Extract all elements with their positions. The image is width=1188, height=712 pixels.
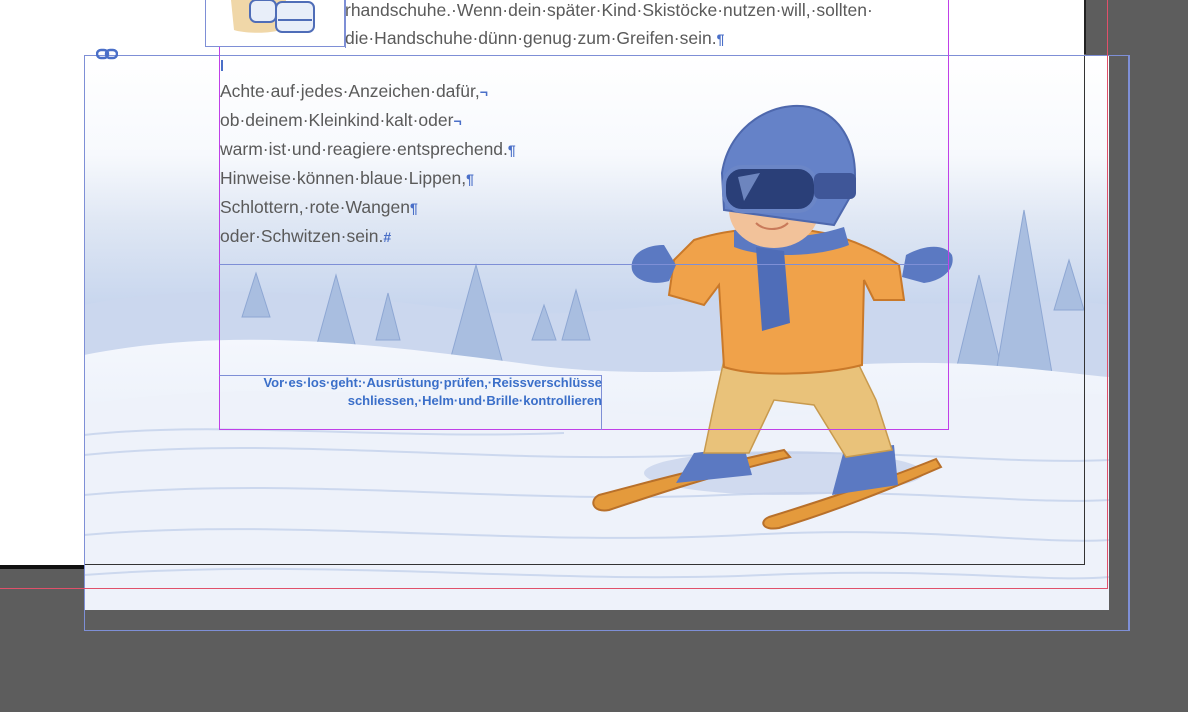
pilcrow-mark: ¶ [716,31,725,47]
chain-link-icon[interactable] [95,47,119,61]
main-line-4: Hinweise·können·blaue·Lippen, [220,168,467,188]
frame-marker-icon [221,60,223,71]
main-line-1: Achte·auf·jedes·Anzeichen·dafür, [220,81,480,101]
main-paragraph[interactable]: Achte·auf·jedes·Anzeichen·dafür,¬ ob·dei… [220,77,516,251]
main-line-3: warm·ist·und·reagiere·entsprechend. [220,139,508,159]
caption-line-1: Vor·es·los·geht:·Ausrüstung·prüfen,·Reis… [263,375,602,390]
image-frame-mittens[interactable] [205,0,345,47]
slug-guide [1129,55,1130,631]
mittens-thumbnail [206,0,344,46]
bleed-guide-horizontal [0,588,1108,589]
end-of-story-mark: # [383,229,392,245]
main-line-2: ob·deinem·Kleinkind·kalt·oder [220,110,454,130]
pilcrow-mark: ¶ [507,142,516,158]
bleed-guide-vertical [1107,0,1108,589]
top-paragraph[interactable]: rhandschuhe.·Wenn·dein·später·Kind·Skist… [345,0,873,53]
page-edge [1084,0,1086,54]
pilcrow-mark: ¶ [466,171,474,187]
pilcrow-mark: ¶ [410,200,418,216]
top-line-2: die·Handschuhe·dünn·genug·zum·Greifen·se… [345,28,717,48]
line-break-mark: ¬ [453,113,462,129]
line-break-mark: ¬ [479,84,488,100]
top-line-1: rhandschuhe.·Wenn·dein·später·Kind·Skist… [345,0,873,20]
main-line-5: Schlottern,·rote·Wangen [220,197,410,217]
page-shadow [0,565,84,569]
caption-text[interactable]: Vor·es·los·geht:·Ausrüstung·prüfen,·Reis… [222,374,602,410]
main-line-6: oder·Schwitzen·sein. [220,226,384,246]
caption-line-2: schliessen,·Helm·und·Brille·kontrolliere… [347,393,602,408]
